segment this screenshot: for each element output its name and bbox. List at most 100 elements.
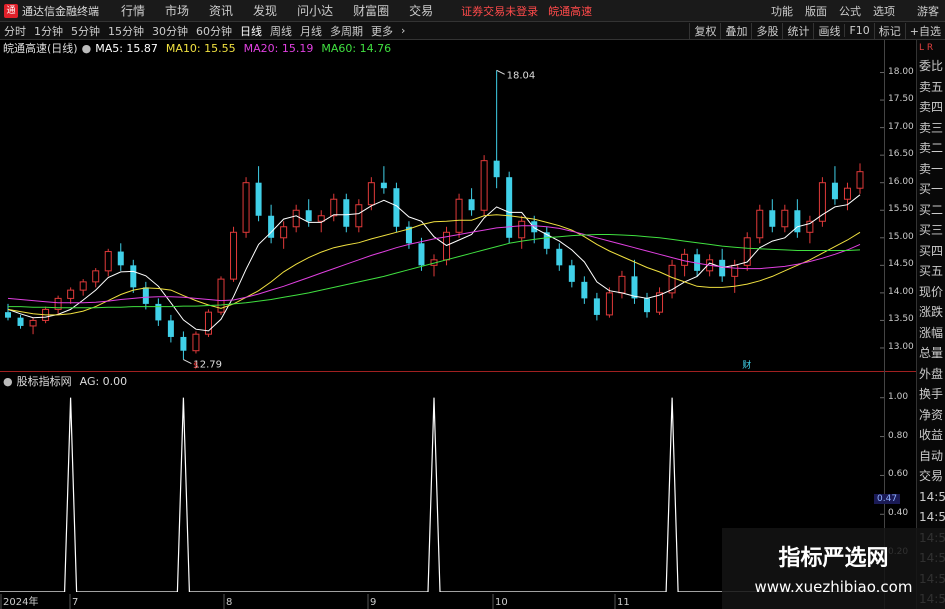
side-item[interactable]: 买四 [917,241,945,262]
tool-adjust[interactable]: 复权 [689,22,720,39]
candle-body [255,182,262,216]
menu-ask[interactable]: 问小达 [287,2,343,19]
app-logo-icon: 通 [4,3,18,18]
kline-chart[interactable]: 18.0412.79$ 财 [0,56,884,370]
kline-legend: 皖通高速(日线) ● MA5: 15.87 MA10: 15.55 MA20: … [0,41,399,56]
candle-body [29,319,37,327]
period-more[interactable]: 更多 [367,23,397,39]
period-monthly[interactable]: 月线 [296,23,326,39]
tool-stats[interactable]: 统计 [782,22,813,39]
side-item[interactable]: 收益 [917,425,945,446]
x-tick-label: 9 [370,597,376,608]
tool-overlay[interactable]: 叠加 [720,22,751,39]
pane-divider [0,371,916,372]
tool-f10[interactable]: F10 [844,24,873,37]
side-item[interactable]: 净资 [917,405,945,426]
side-item[interactable]: 换手 [917,384,945,405]
y-tick-label: 0.40 [888,508,909,519]
menu-function[interactable]: 功能 [765,3,799,19]
side-item[interactable]: 卖三 [917,118,945,139]
period-60min[interactable]: 60分钟 [192,23,236,39]
side-item[interactable]: 买一 [917,179,945,200]
menu-market[interactable]: 行情 [111,2,155,19]
side-item[interactable]: 总量 [917,343,945,364]
period-1min[interactable]: 1分钟 [30,23,67,39]
side-item[interactable]: 委比 [917,56,945,77]
side-item[interactable]: 卖四 [917,97,945,118]
security-name: 皖通高速 [548,4,593,18]
period-weekly[interactable]: 周线 [266,23,296,39]
side-item[interactable]: 涨幅 [917,323,945,344]
login-status[interactable]: 证券交易未登录 [461,3,538,19]
side-item[interactable]: 买五 [917,261,945,282]
candle-body [380,182,387,189]
candle-body [305,210,312,222]
side-item[interactable]: 14:56 [917,487,945,508]
x-tick-label: 11 [617,597,630,608]
settings-icon[interactable]: ● [0,375,17,388]
candle-body [743,237,751,266]
low-marker-arrow [183,359,192,364]
y-tick-label: 1.00 [888,391,909,402]
period-15min[interactable]: 15分钟 [104,23,148,39]
candle-body [468,199,475,211]
period-timeshare[interactable]: 分时 [0,23,30,39]
side-item[interactable]: 涨跌 [917,302,945,323]
period-multi[interactable]: 多周期 [326,23,367,39]
settings-icon[interactable]: ● [78,42,96,55]
menu-formula[interactable]: 公式 [833,3,867,19]
candle-body [317,215,325,222]
app-title: 通达信金融终端 [22,4,99,18]
tool-multi-stock[interactable]: 多股 [751,22,782,39]
side-item[interactable]: 现价 [917,282,945,303]
tool-draw[interactable]: 画线 [813,22,844,39]
watermark-url: www.xuezhibiao.com [754,578,913,596]
legend-ma10: MA10: 15.55 [165,41,236,55]
y-tick-label: 18.00 [888,66,914,77]
side-item[interactable]: 14:56 [917,507,945,528]
watermark-title: 指标严选网 [778,546,889,571]
side-item[interactable]: 自动 [917,446,945,467]
candle-body [618,275,626,294]
candle-body [568,265,575,282]
menu-discover[interactable]: 发现 [243,2,287,19]
candle-body [843,187,851,200]
menu-trade[interactable]: 交易 [399,2,443,19]
candle-body [719,259,726,277]
menu-wealth[interactable]: 财富圈 [343,2,399,19]
candle-body [518,220,526,239]
side-panel-header[interactable]: L R [917,40,945,56]
side-item[interactable]: 卖五 [917,77,945,98]
candle-body [330,198,338,217]
x-tick-label: 7 [72,597,78,608]
candle-body [367,182,375,206]
user-label[interactable]: 游客 [911,3,945,19]
side-item[interactable]: 卖一 [917,159,945,180]
legend-ma20: MA20: 15.19 [243,41,314,55]
candle-body [180,336,187,351]
candle-body [531,221,538,233]
tool-add-watchlist[interactable]: +自选 [904,22,945,39]
candle-body [142,287,149,304]
side-item[interactable]: 卖二 [917,138,945,159]
candle-body [67,289,75,299]
menu-markets[interactable]: 市场 [155,2,199,19]
side-item[interactable]: 买三 [917,220,945,241]
candle-body [455,198,463,233]
side-item[interactable]: 买二 [917,200,945,221]
candle-body [756,209,764,239]
quote-side-panel: L R 委比 卖五 卖四 卖三 卖二 卖一 买一 买二 买三 买四 买五 现价 涨跌 涨幅 总量 外盘 换手 净资… [916,40,945,609]
watermark: 指标严选网 www.xuezhibiao.com [722,528,945,609]
side-item[interactable]: 交易 [917,466,945,487]
chevron-right-icon[interactable]: › [397,24,409,37]
period-5min[interactable]: 5分钟 [67,23,104,39]
side-item[interactable]: 外盘 [917,364,945,385]
menu-options[interactable]: 选项 [867,3,901,19]
y-tick-label: 16.00 [888,176,914,187]
menu-layout[interactable]: 版面 [799,3,833,19]
tool-mark[interactable]: 标记 [873,22,905,39]
period-daily[interactable]: 日线 [236,23,266,39]
period-30min[interactable]: 30分钟 [148,23,192,39]
x-tick-label: 2024年 [3,595,38,608]
menu-news[interactable]: 资讯 [199,2,243,19]
